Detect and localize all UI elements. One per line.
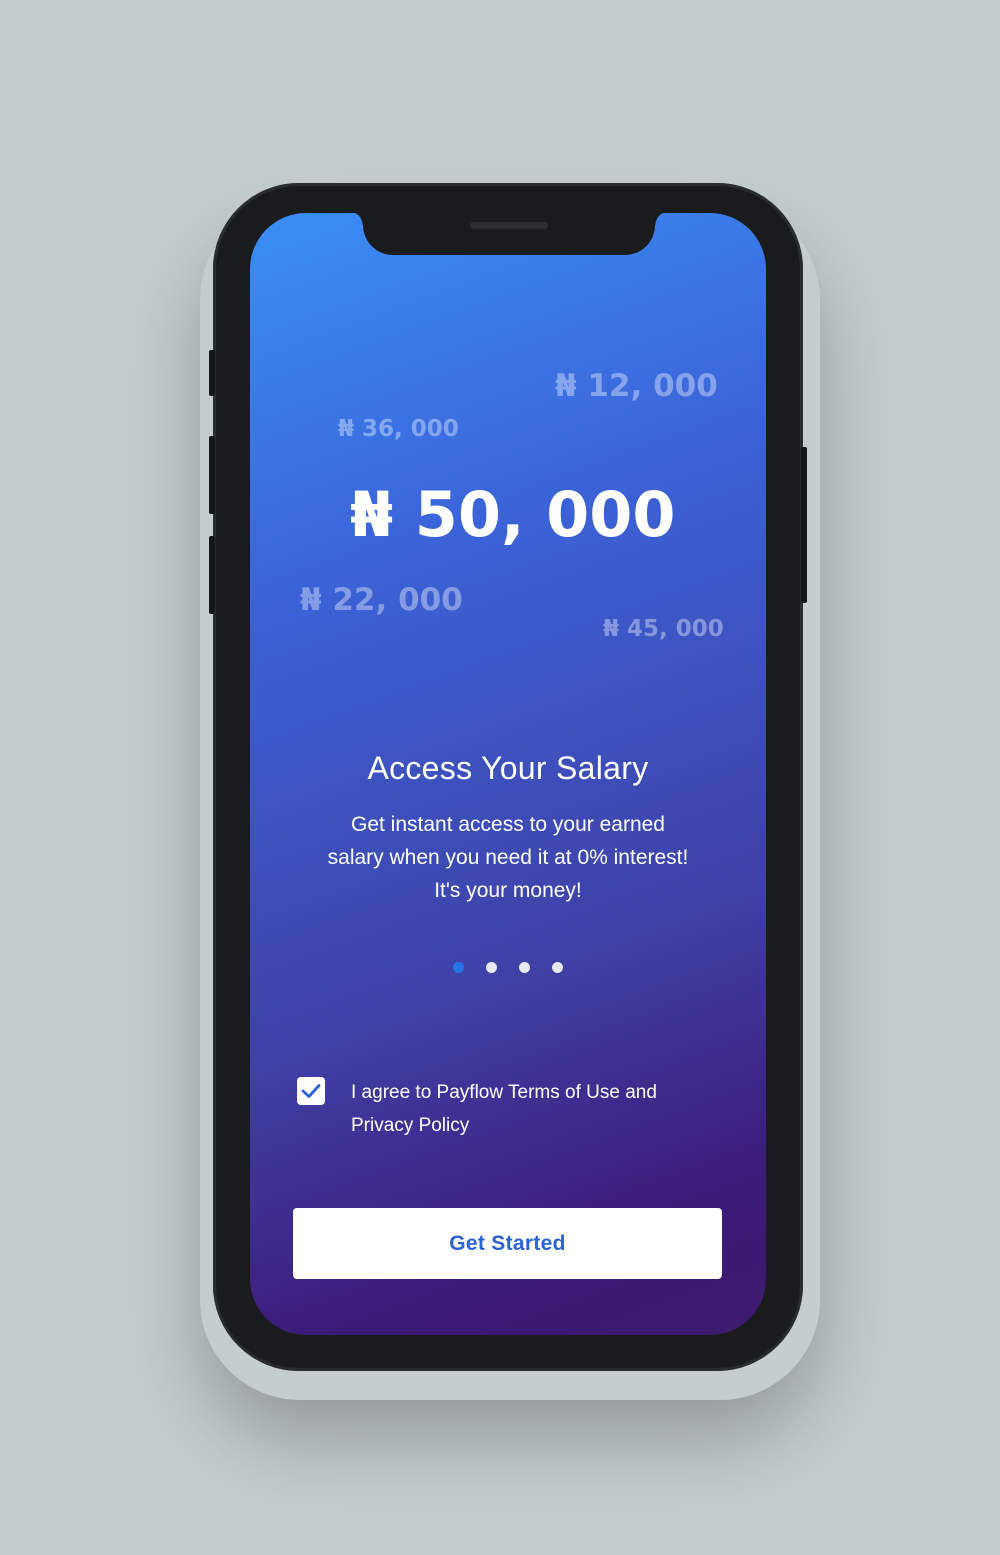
page-dot-4[interactable] — [552, 962, 563, 973]
get-started-button[interactable]: Get Started — [293, 1208, 722, 1279]
page-dot-1[interactable] — [453, 962, 464, 973]
volume-up-button — [209, 436, 215, 514]
floating-amount-45000: ₦ 45, 000 — [603, 616, 724, 642]
main-amount: ₦ 50, 000 — [350, 478, 676, 551]
power-button — [801, 447, 807, 603]
terms-line: I agree to Payflow Terms of Use and — [351, 1082, 657, 1103]
terms-line: Privacy Policy — [351, 1115, 470, 1136]
floating-amount-36000: ₦ 36, 000 — [338, 416, 459, 442]
description-line: It's your money! — [434, 879, 582, 902]
terms-label[interactable]: I agree to Payflow Terms of Use and Priv… — [351, 1076, 731, 1142]
checkmark-icon — [301, 1084, 321, 1098]
description-line: salary when you need it at 0% interest! — [327, 846, 689, 869]
onboarding-description: Get instant access to your earned salary… — [280, 808, 736, 907]
volume-down-button — [209, 536, 215, 614]
description-line: Get instant access to your earned — [350, 813, 665, 836]
speaker-grille — [470, 222, 548, 229]
page-dot-3[interactable] — [519, 962, 530, 973]
floating-amount-12000: ₦ 12, 000 — [555, 368, 718, 404]
phone-notch — [349, 211, 669, 255]
mute-switch — [209, 350, 215, 396]
onboarding-title: Access Your Salary — [367, 750, 649, 786]
floating-amount-22000: ₦ 22, 000 — [300, 582, 463, 618]
page-dot-2[interactable] — [486, 962, 497, 973]
terms-checkbox[interactable] — [297, 1077, 325, 1105]
page-indicator — [453, 962, 563, 973]
